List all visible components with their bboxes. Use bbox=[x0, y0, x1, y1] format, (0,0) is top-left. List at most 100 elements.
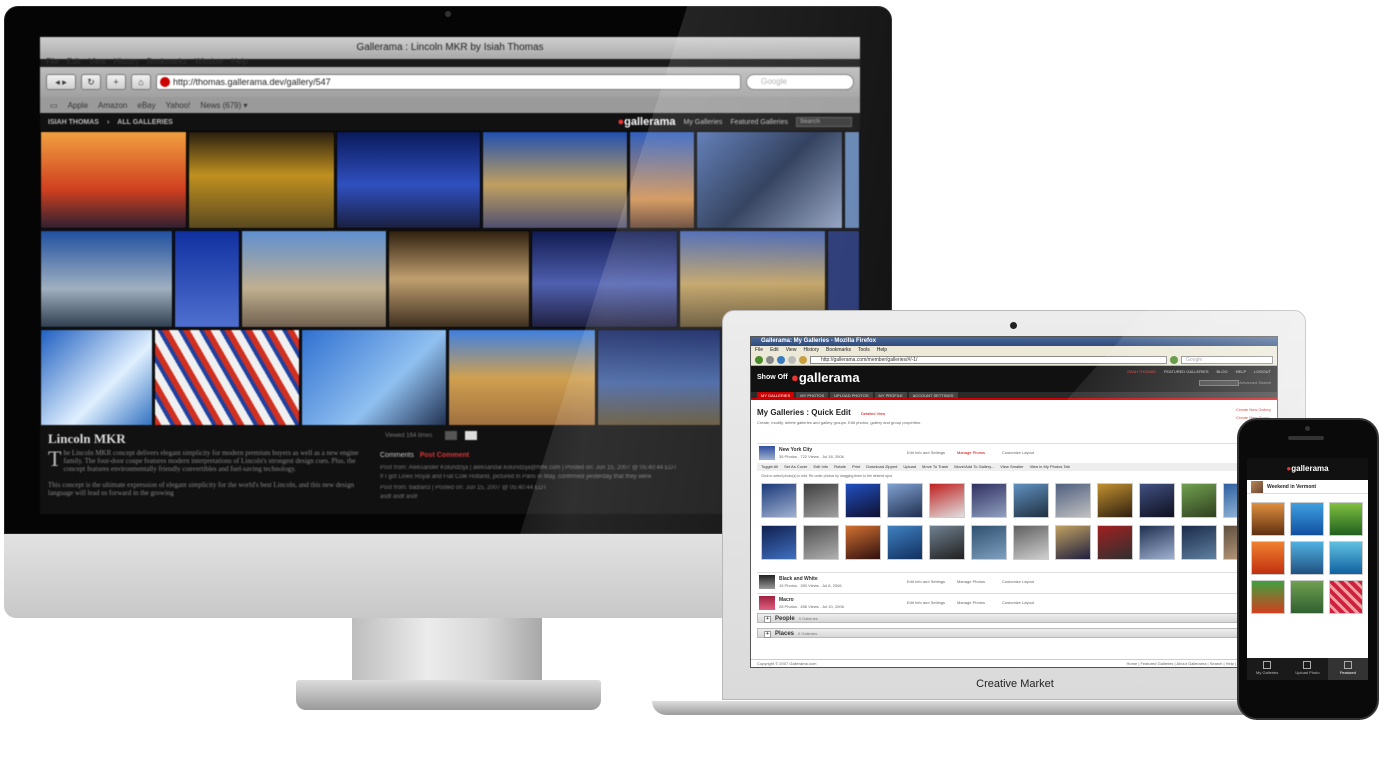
photo-thumbnail[interactable] bbox=[40, 230, 173, 328]
create-new-gallery-link[interactable]: Create New Gallery bbox=[1236, 406, 1271, 414]
view-smaller-button[interactable]: View Smaller bbox=[1000, 463, 1023, 471]
download-zipped-button[interactable]: Download Zipped bbox=[866, 463, 897, 471]
add-bookmark-icon[interactable]: + bbox=[106, 74, 126, 90]
photo-thumbnail[interactable] bbox=[1055, 483, 1091, 518]
reload-icon[interactable]: ↻ bbox=[81, 74, 101, 90]
gallery-name[interactable]: Macro bbox=[779, 597, 794, 603]
reload-icon[interactable] bbox=[777, 355, 785, 364]
photo-thumbnail[interactable] bbox=[388, 230, 530, 328]
photo-thumbnail[interactable] bbox=[597, 329, 721, 427]
gallery-row[interactable]: New York City 35 Photos . 722 Views . Ju… bbox=[757, 443, 1271, 461]
manage-photos-link[interactable]: Manage Photos bbox=[957, 579, 985, 584]
photo-thumbnail[interactable] bbox=[174, 230, 240, 328]
header-link-help[interactable]: HELP bbox=[1236, 369, 1246, 374]
tab-upload-photos[interactable]: UPLOAD PHOTOS bbox=[830, 392, 873, 398]
post-comment-link[interactable]: Post Comment bbox=[420, 452, 469, 459]
nav-my-galleries[interactable]: My Galleries bbox=[684, 119, 723, 126]
menu-bookmarks[interactable]: Bookmarks bbox=[147, 57, 187, 66]
menu-edit[interactable]: Edit bbox=[67, 57, 81, 66]
site-search-input[interactable] bbox=[1199, 380, 1239, 386]
photo-thumbnail[interactable] bbox=[696, 131, 843, 229]
search-input[interactable]: Google bbox=[746, 74, 854, 90]
photo-thumbnail[interactable] bbox=[531, 230, 678, 328]
menu-file[interactable]: File bbox=[755, 346, 763, 354]
photo-thumbnail[interactable] bbox=[241, 230, 387, 328]
photo-thumbnail[interactable] bbox=[1097, 483, 1133, 518]
menu-bookmarks[interactable]: Bookmarks bbox=[826, 346, 851, 354]
menu-tools[interactable]: Tools bbox=[858, 346, 870, 354]
view-toggle-icon[interactable] bbox=[445, 431, 457, 440]
manage-photos-link[interactable]: Manage Photos bbox=[957, 450, 985, 455]
photo-thumbnail[interactable] bbox=[1251, 541, 1285, 575]
tab-featured[interactable]: Featured bbox=[1327, 658, 1368, 680]
photo-thumbnail[interactable] bbox=[336, 131, 481, 229]
expand-icon[interactable]: + bbox=[764, 631, 771, 638]
photo-thumbnail[interactable] bbox=[482, 131, 628, 229]
tab-my-galleries[interactable]: My Galleries bbox=[1247, 658, 1287, 680]
photo-thumbnail[interactable] bbox=[1139, 483, 1175, 518]
manage-photos-link[interactable]: Manage Photos bbox=[957, 600, 985, 605]
tab-my-profile[interactable]: MY PROFILE bbox=[874, 392, 907, 398]
home-icon[interactable]: ⌂ bbox=[131, 74, 151, 90]
photo-thumbnail[interactable] bbox=[887, 525, 923, 560]
tab-account-settings[interactable]: ACCOUNT SETTINGS bbox=[908, 392, 958, 398]
gallerama-logo[interactable]: ●gallerama bbox=[617, 116, 675, 128]
gallery-cover-thumbnail[interactable] bbox=[759, 575, 775, 589]
edit-info-button[interactable]: Edit Info bbox=[813, 463, 828, 471]
menu-history[interactable]: History bbox=[803, 346, 819, 354]
expand-icon[interactable]: + bbox=[764, 616, 771, 623]
photo-thumbnail[interactable] bbox=[761, 525, 797, 560]
header-link-logout[interactable]: LOGOUT bbox=[1254, 369, 1271, 374]
bookmark-apple[interactable]: Apple bbox=[68, 101, 88, 110]
bookmark-amazon[interactable]: Amazon bbox=[98, 101, 127, 110]
bookmark-yahoo[interactable]: Yahoo! bbox=[166, 101, 191, 110]
back-icon[interactable] bbox=[755, 355, 763, 364]
view-in-my-photos-link[interactable]: View in My Photos Tab bbox=[1030, 463, 1070, 471]
category-bar-people[interactable]: + People 0 Galleries bbox=[757, 613, 1271, 623]
photo-thumbnail[interactable] bbox=[971, 525, 1007, 560]
photo-thumbnail[interactable] bbox=[1181, 525, 1217, 560]
gallery-cover-thumbnail[interactable] bbox=[759, 446, 775, 460]
edit-info-settings-link[interactable]: Edit Info and Settings bbox=[907, 450, 945, 455]
photo-thumbnail[interactable] bbox=[1290, 502, 1324, 536]
tab-upload-photo[interactable]: Upload Photo bbox=[1287, 658, 1327, 680]
header-link-blog[interactable]: BLOG bbox=[1217, 369, 1228, 374]
header-link-featured[interactable]: FEATURED GALLERIES bbox=[1164, 369, 1209, 374]
tab-my-galleries[interactable]: MY GALLERIES bbox=[757, 392, 795, 398]
menu-edit[interactable]: Edit bbox=[770, 346, 779, 354]
gallerama-logo[interactable]: ●gallerama bbox=[791, 370, 860, 385]
photo-thumbnail[interactable] bbox=[1251, 580, 1285, 614]
breadcrumb-user[interactable]: ISIAH THOMAS bbox=[48, 119, 99, 126]
menu-help[interactable]: Help bbox=[231, 57, 247, 66]
set-as-cover-button[interactable]: Set As Cover bbox=[784, 463, 807, 471]
photo-thumbnail[interactable] bbox=[1329, 502, 1363, 536]
go-icon[interactable] bbox=[1170, 355, 1178, 364]
gallery-cover-thumbnail[interactable] bbox=[1251, 480, 1263, 493]
advanced-search-link[interactable]: Advanced Search bbox=[1239, 380, 1271, 385]
menu-file[interactable]: File bbox=[46, 57, 59, 66]
gallerama-logo[interactable]: gallerama bbox=[1291, 464, 1328, 473]
photo-thumbnail[interactable] bbox=[1097, 525, 1133, 560]
photo-thumbnail[interactable] bbox=[844, 131, 860, 229]
photo-thumbnail[interactable] bbox=[1139, 525, 1175, 560]
menu-help[interactable]: Help bbox=[877, 346, 887, 354]
category-bar-places[interactable]: + Places 0 Galleries bbox=[757, 628, 1271, 638]
photo-thumbnail[interactable] bbox=[1055, 525, 1091, 560]
upload-button[interactable]: Upload bbox=[903, 463, 916, 471]
photo-thumbnail[interactable] bbox=[1013, 483, 1049, 518]
print-button[interactable]: Print bbox=[852, 463, 860, 471]
forward-icon[interactable] bbox=[766, 355, 774, 364]
photo-thumbnail[interactable] bbox=[845, 525, 881, 560]
url-bar[interactable]: http://thomas.gallerama.dev/gallery/547 bbox=[156, 74, 741, 90]
site-search-input[interactable]: Search bbox=[796, 117, 852, 127]
photo-thumbnail[interactable] bbox=[188, 131, 335, 229]
customize-layout-link[interactable]: Customize Layout bbox=[1002, 450, 1034, 455]
gallery-row[interactable]: Macro 28 Photos . 456 Views . Jul 10, 20… bbox=[757, 593, 1271, 611]
photo-thumbnail[interactable] bbox=[1181, 483, 1217, 518]
photo-thumbnail[interactable] bbox=[448, 329, 596, 427]
menu-view[interactable]: View bbox=[786, 346, 797, 354]
photo-thumbnail[interactable] bbox=[1290, 541, 1324, 575]
gallery-cover-thumbnail[interactable] bbox=[759, 596, 775, 610]
photo-thumbnail[interactable] bbox=[1290, 580, 1324, 614]
photo-thumbnail[interactable] bbox=[845, 483, 881, 518]
